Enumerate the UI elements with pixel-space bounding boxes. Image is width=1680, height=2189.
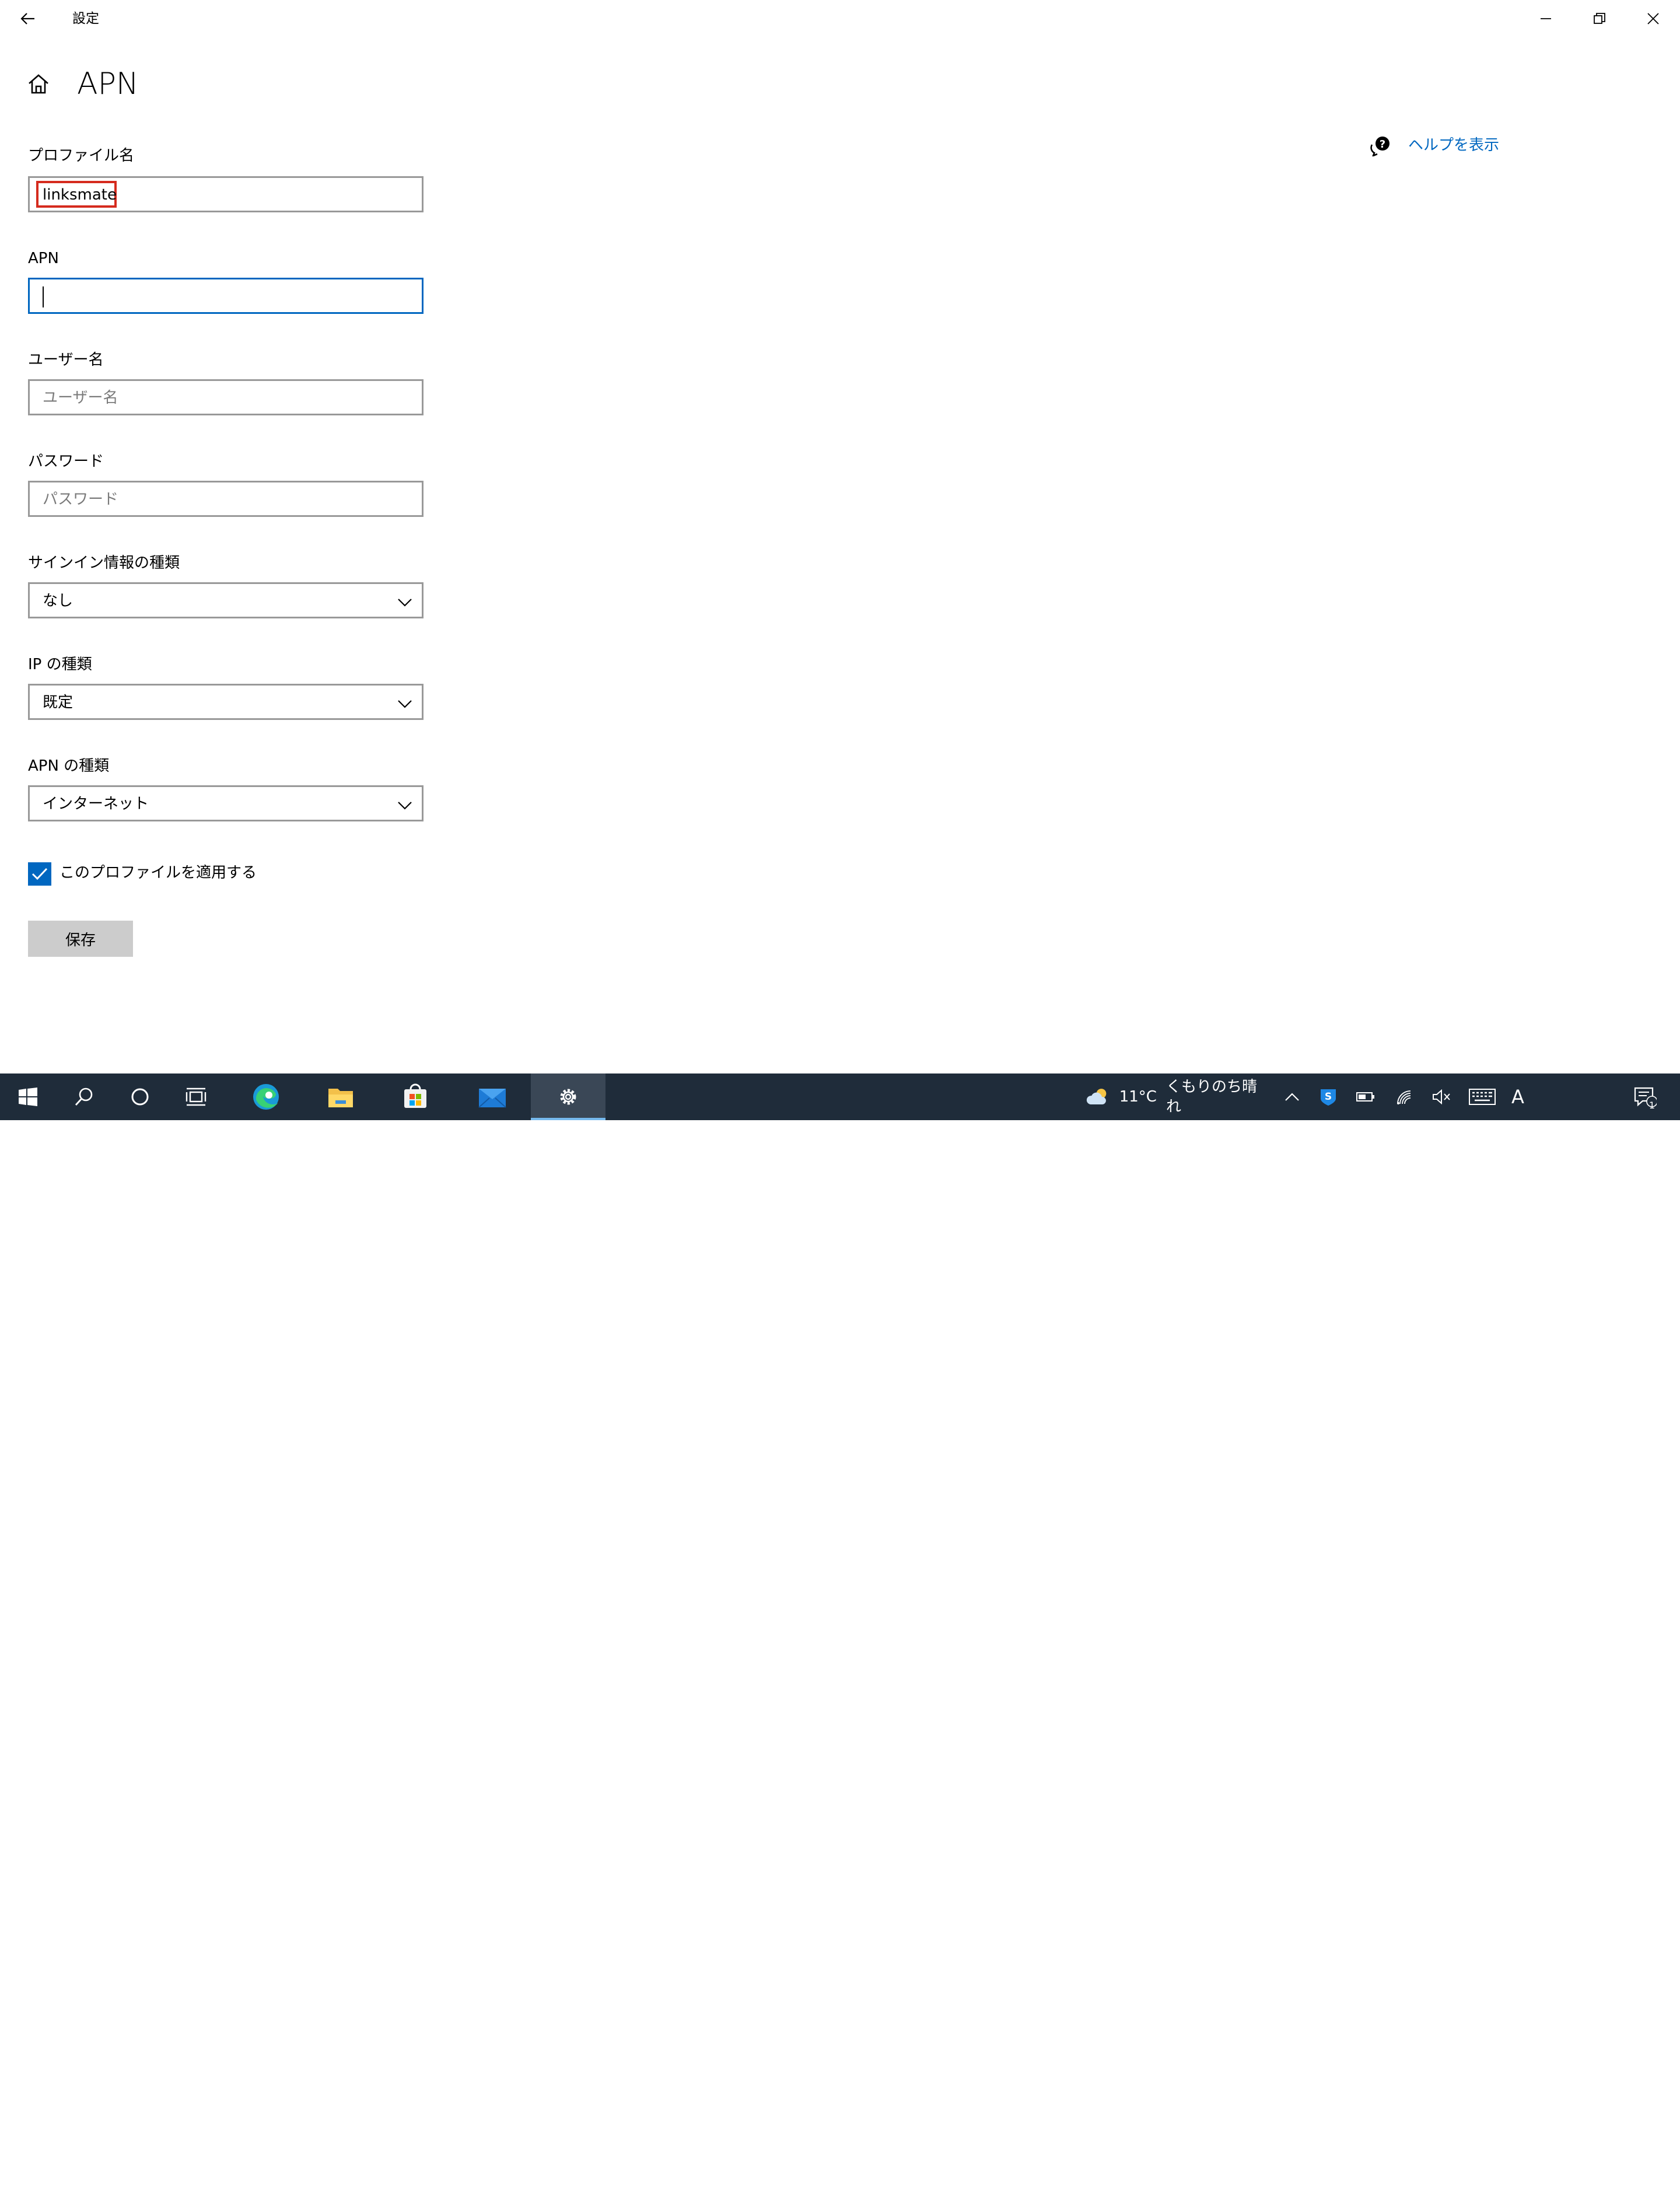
title-bar: 設定 — [0, 0, 1680, 37]
battery-icon — [1356, 1092, 1374, 1102]
close-icon — [1647, 13, 1659, 25]
store-icon — [404, 1083, 426, 1108]
restore-button[interactable] — [1573, 0, 1626, 37]
password-label: パスワード — [28, 453, 104, 470]
apn-field[interactable] — [28, 278, 424, 314]
edge-icon — [253, 1084, 279, 1110]
help-link[interactable]: ? ヘルプを表示 — [1370, 135, 1500, 156]
taskbar-settings[interactable] — [531, 1073, 606, 1120]
username-label: ユーザー名 — [28, 351, 104, 369]
close-button[interactable] — [1626, 0, 1680, 37]
cloudy-sun-icon — [1086, 1089, 1107, 1105]
start-button[interactable] — [0, 1073, 56, 1120]
weather-widget[interactable]: 11°C くもりのち晴れ — [1086, 1073, 1265, 1120]
svg-text:S: S — [1325, 1091, 1332, 1103]
taskbar-mail[interactable] — [464, 1073, 520, 1120]
file-explorer-icon — [328, 1089, 353, 1107]
save-button[interactable]: 保存 — [28, 921, 133, 957]
ip-type-dropdown[interactable]: 既定 — [28, 684, 424, 720]
security-tray-button[interactable]: S — [1315, 1073, 1342, 1120]
password-field[interactable]: パスワード — [28, 481, 424, 517]
search-button[interactable] — [56, 1073, 112, 1120]
minimize-icon — [1541, 18, 1551, 19]
apply-profile-label[interactable]: このプロファイルを適用する — [60, 862, 257, 883]
cellular-network-icon — [1397, 1090, 1411, 1104]
username-field[interactable]: ユーザー名 — [28, 379, 424, 415]
profile-name-value: linksmate — [43, 186, 117, 204]
signin-type-dropdown[interactable]: なし — [28, 582, 424, 618]
task-view-icon — [186, 1087, 206, 1106]
taskbar-edge[interactable] — [238, 1073, 294, 1120]
taskbar-file-explorer[interactable] — [313, 1073, 369, 1120]
action-center-button[interactable]: 1 — [1628, 1073, 1662, 1120]
weather-condition: くもりのち晴れ — [1166, 1078, 1257, 1116]
minimize-button[interactable] — [1519, 0, 1573, 37]
username-placeholder: ユーザー名 — [43, 389, 118, 407]
task-view-button[interactable] — [168, 1073, 224, 1120]
home-icon — [29, 74, 48, 94]
apply-profile-checkbox[interactable] — [28, 862, 51, 886]
profile-name-field[interactable]: linksmate — [28, 176, 424, 212]
cortana-button[interactable] — [112, 1073, 168, 1120]
checkmark-icon — [32, 868, 48, 880]
chevron-down-icon — [398, 599, 412, 607]
apn-type-dropdown[interactable]: インターネット — [28, 785, 424, 821]
help-link-label: ヘルプを表示 — [1408, 137, 1500, 154]
apn-type-label: APN の種類 — [28, 757, 110, 775]
window-title: 設定 — [72, 11, 99, 26]
mail-icon — [478, 1089, 506, 1108]
windows-logo-icon — [19, 1087, 37, 1106]
ime-mode-label: A — [1511, 1086, 1524, 1108]
back-arrow-icon — [20, 13, 34, 25]
touch-keyboard-button[interactable] — [1466, 1073, 1498, 1120]
clock[interactable]: 18:10 2022/03/07 — [1534, 2150, 1616, 2189]
text-caret — [43, 286, 44, 307]
taskbar-store[interactable] — [387, 1073, 443, 1120]
chevron-down-icon — [398, 700, 412, 708]
ip-type-label: IP の種類 — [28, 656, 92, 673]
show-hidden-icons-button[interactable] — [1278, 1073, 1307, 1120]
volume-muted-icon — [1433, 1089, 1450, 1104]
weather-temp: 11°C — [1119, 1088, 1157, 1106]
home-button[interactable] — [27, 72, 50, 96]
network-tray-button[interactable] — [1391, 1073, 1418, 1120]
help-chat-icon: ? — [1370, 137, 1390, 156]
signin-type-value: なし — [43, 592, 74, 610]
cortana-icon — [131, 1088, 149, 1106]
search-icon — [75, 1087, 93, 1106]
clock-date: 2022/03/07 — [1538, 2172, 1612, 2187]
clock-time: 18:10 — [1556, 2153, 1594, 2167]
volume-tray-button[interactable] — [1428, 1073, 1455, 1120]
password-placeholder: パスワード — [43, 491, 119, 508]
keyboard-icon — [1469, 1089, 1496, 1105]
settings-icon — [560, 1089, 576, 1105]
apn-type-value: インターネット — [43, 795, 149, 813]
battery-tray-button[interactable] — [1352, 1073, 1379, 1120]
ip-type-value: 既定 — [43, 694, 74, 711]
security-shield-icon: S — [1321, 1089, 1336, 1106]
page-title: APN — [77, 67, 139, 102]
profile-name-label: プロファイル名 — [28, 147, 135, 165]
chevron-up-icon — [1285, 1093, 1299, 1101]
restore-icon — [1594, 13, 1605, 24]
svg-text:?: ? — [1380, 138, 1385, 151]
back-button[interactable] — [13, 6, 43, 32]
taskbar: 11°C くもりのち晴れ S A 18:10 2022/03/07 1 — [0, 1073, 1680, 2187]
chevron-down-icon — [398, 802, 412, 810]
apn-label: APN — [28, 250, 59, 267]
signin-type-label: サインイン情報の種類 — [28, 554, 180, 572]
notification-count: 1 — [1648, 1100, 1656, 1111]
ime-mode-indicator[interactable]: A — [1505, 1073, 1531, 1120]
